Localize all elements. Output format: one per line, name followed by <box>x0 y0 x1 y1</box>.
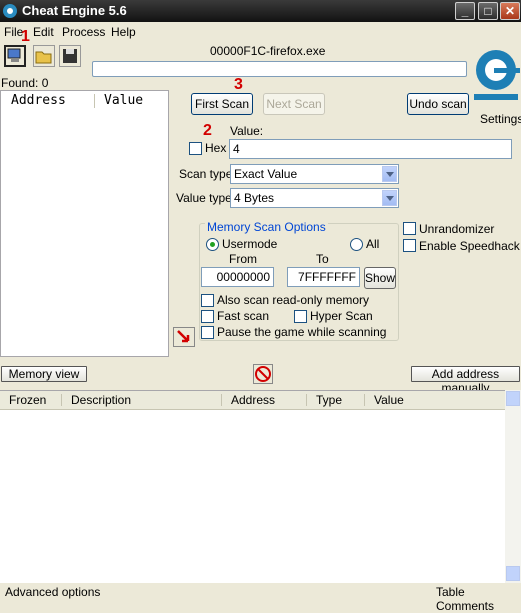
from-address-input[interactable]: 00000000 <box>201 267 274 287</box>
cheat-table[interactable]: Frozen Description Address Type Value <box>0 390 521 584</box>
table-scrollbar[interactable] <box>505 390 521 583</box>
close-button[interactable]: ✕ <box>500 2 520 20</box>
maximize-button[interactable]: □ <box>478 2 498 20</box>
chevron-down-icon[interactable] <box>382 190 397 206</box>
memory-view-button[interactable]: Memory view <box>1 366 87 382</box>
cheat-engine-logo-icon <box>474 50 520 100</box>
column-description[interactable]: Description <box>62 391 222 410</box>
value-input[interactable]: 4 <box>229 139 512 159</box>
title-bar: Cheat Engine 5.6 _ □ ✕ <box>0 0 521 22</box>
unrandomizer-checkbox[interactable] <box>403 222 416 235</box>
pause-game-label: Pause the game while scanning <box>217 325 387 339</box>
scan-type-select[interactable]: Exact Value <box>230 164 399 184</box>
unrandomizer-label: Unrandomizer <box>419 222 495 236</box>
advanced-options-link[interactable]: Advanced options <box>5 585 100 599</box>
header-address: Address <box>11 93 66 108</box>
speedhack-label: Enable Speedhack <box>419 239 520 253</box>
fast-scan-label: Fast scan <box>217 309 270 323</box>
found-address-list[interactable]: Address Value <box>0 90 169 357</box>
column-address-label: Address <box>231 393 276 407</box>
computer-icon <box>7 48 21 62</box>
undo-scan-button[interactable]: Undo scan <box>407 93 469 115</box>
scan-progress-bar <box>92 61 467 77</box>
show-button[interactable]: Show <box>364 267 396 289</box>
no-entry-icon <box>255 366 271 382</box>
menu-bar: File Edit Process Help <box>0 22 521 41</box>
fast-scan-checkbox[interactable] <box>201 310 214 323</box>
add-address-manually-button[interactable]: Add address manually <box>411 366 520 395</box>
annotation-2: 2 <box>203 122 212 139</box>
hyper-scan-label: Hyper Scan <box>310 309 373 323</box>
annotation-3: 3 <box>234 76 243 93</box>
clear-list-button[interactable] <box>253 364 273 384</box>
first-scan-button[interactable]: First Scan <box>191 93 253 115</box>
memory-scan-options-title: Memory Scan Options <box>205 220 328 234</box>
usermode-label: Usermode <box>222 237 278 251</box>
footer-bar: Advanced options Table Comments <box>0 583 521 613</box>
header-value: Value <box>104 93 144 108</box>
column-value-label: Value <box>374 393 404 407</box>
pause-game-checkbox[interactable] <box>201 326 214 339</box>
annotation-1: 1 <box>21 28 30 45</box>
column-frozen[interactable]: Frozen <box>0 391 62 410</box>
all-radio[interactable] <box>350 238 363 251</box>
red-arrow-icon <box>177 330 190 343</box>
hex-label: Hex <box>205 141 227 155</box>
window-title: Cheat Engine 5.6 <box>22 3 127 18</box>
header-divider <box>94 94 95 108</box>
folder-icon <box>35 51 52 64</box>
table-comments-link[interactable]: Table Comments <box>436 585 521 613</box>
scroll-down-button[interactable] <box>506 566 520 581</box>
menu-process[interactable]: Process <box>62 25 105 39</box>
value-type-label: Value type <box>176 191 232 205</box>
scan-type-value: Exact Value <box>234 167 298 181</box>
all-label: All <box>366 237 380 251</box>
found-count: Found: 0 <box>1 76 49 90</box>
hyper-scan-checkbox[interactable] <box>294 310 307 323</box>
minimize-button[interactable]: _ <box>455 2 475 20</box>
from-label: From <box>229 252 257 266</box>
column-description-label: Description <box>71 393 132 407</box>
add-selected-to-list-button[interactable] <box>173 327 195 347</box>
process-name: 00000F1C-firefox.exe <box>210 44 326 58</box>
save-button[interactable] <box>59 45 81 67</box>
menu-edit[interactable]: Edit <box>33 25 54 39</box>
value-type-select[interactable]: 4 Bytes <box>230 188 399 208</box>
value-type-value: 4 Bytes <box>234 191 275 205</box>
scan-type-label: Scan type <box>179 167 233 181</box>
usermode-radio[interactable] <box>206 238 219 251</box>
column-address[interactable]: Address <box>222 391 307 410</box>
value-label: Value: <box>230 124 264 138</box>
scroll-up-button[interactable] <box>506 391 520 406</box>
speedhack-checkbox[interactable] <box>403 239 416 252</box>
open-button[interactable] <box>33 45 55 67</box>
readonly-label: Also scan read-only memory <box>217 293 370 307</box>
readonly-checkbox[interactable] <box>201 294 214 307</box>
column-frozen-label: Frozen <box>9 393 47 407</box>
menu-help[interactable]: Help <box>111 25 136 39</box>
app-icon <box>3 4 17 18</box>
chevron-down-icon[interactable] <box>382 166 397 182</box>
select-process-button[interactable] <box>4 45 26 67</box>
to-label: To <box>316 252 329 266</box>
next-scan-button[interactable]: Next Scan <box>263 93 325 115</box>
hex-checkbox[interactable] <box>189 142 202 155</box>
column-type[interactable]: Type <box>307 391 365 410</box>
floppy-icon <box>63 49 77 63</box>
settings-label[interactable]: Settings <box>480 112 521 126</box>
to-address-input[interactable]: 7FFFFFFF <box>287 267 360 287</box>
column-type-label: Type <box>316 393 343 407</box>
column-value[interactable]: Value <box>365 391 505 410</box>
